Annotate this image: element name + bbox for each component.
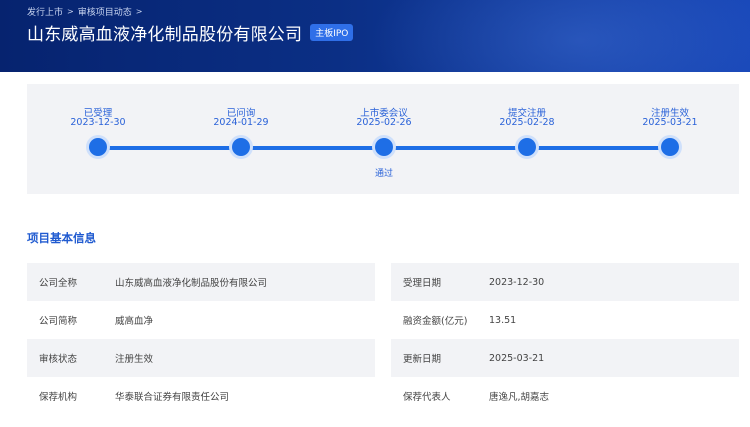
field-label-company-short-name: 公司简称 <box>39 316 78 327</box>
field-value-sponsor-representative: 唐逸凡,胡嘉志 <box>489 392 550 403</box>
table-row: 保荐机构 华泰联合证券有限责任公司 保荐代表人 唐逸凡,胡嘉志 <box>27 377 739 415</box>
info-cell: 保荐机构 华泰联合证券有限责任公司 <box>27 377 375 415</box>
page-title: 山东威高血液净化制品股份有限公司 <box>27 25 303 45</box>
step-date: 2025-02-26 <box>356 117 412 128</box>
field-value-financing-amount: 13.51 <box>489 314 517 326</box>
field-label-sponsor-representative: 保荐代表人 <box>403 392 451 403</box>
step-status: 通过 <box>374 169 393 179</box>
info-cell: 公司简称 威高血净 <box>27 301 375 339</box>
info-cell: 公司全称 山东威高血液净化制品股份有限公司 <box>27 263 375 301</box>
step-dot-icon <box>232 138 250 156</box>
breadcrumb: 发行上市 > 审核项目动态 > <box>27 5 142 18</box>
step-date: 2025-03-21 <box>642 117 698 128</box>
field-value-update-date: 2025-03-21 <box>489 352 545 364</box>
field-label-review-status: 审核状态 <box>39 354 78 365</box>
field-value-review-status: 注册生效 <box>115 354 154 365</box>
title-row: 山东威高血液净化制品股份有限公司 主板IPO <box>27 20 354 45</box>
info-cell: 融资金额(亿元) 13.51 <box>391 301 739 339</box>
table-row: 公司全称 山东威高血液净化制品股份有限公司 受理日期 2023-12-30 <box>27 263 739 301</box>
field-label-accept-date: 受理日期 <box>403 278 442 289</box>
step-date: 2023-12-30 <box>70 117 126 128</box>
field-label-company-full-name: 公司全称 <box>39 278 78 289</box>
info-cell: 受理日期 2023-12-30 <box>391 263 739 301</box>
table-row: 审核状态 注册生效 更新日期 2025-03-21 <box>27 339 739 377</box>
step-dot-icon <box>375 138 393 156</box>
field-value-company-short-name: 威高血净 <box>115 316 154 327</box>
table-row: 公司简称 威高血净 融资金额(亿元) 13.51 <box>27 301 739 339</box>
info-cell: 更新日期 2025-03-21 <box>391 339 739 377</box>
progress-timeline: 已受理 2023-12-30 已问询 2024-01-29 上市委会议 2025… <box>27 84 739 194</box>
info-cell: 审核状态 注册生效 <box>27 339 375 377</box>
step-dot-icon <box>518 138 536 156</box>
section-title-basic-info: 项目基本信息 <box>27 231 96 245</box>
breadcrumb-item-issuance[interactable]: 发行上市 <box>27 5 63 18</box>
field-label-update-date: 更新日期 <box>403 354 442 365</box>
page-header: 发行上市 > 审核项目动态 > 山东威高血液净化制品股份有限公司 主板IPO <box>0 0 750 72</box>
step-date: 2024-01-29 <box>213 117 269 128</box>
field-label-financing-amount: 融资金额(亿元) <box>403 316 468 327</box>
breadcrumb-separator-icon: > <box>67 7 74 16</box>
step-dot-icon <box>89 138 107 156</box>
field-value-sponsor: 华泰联合证券有限责任公司 <box>115 392 230 403</box>
header-decoration <box>370 0 750 72</box>
breadcrumb-item-review-dynamics[interactable]: 审核项目动态 <box>78 5 132 18</box>
step-date: 2025-02-28 <box>499 117 555 128</box>
step-dot-icon <box>661 138 679 156</box>
field-value-accept-date: 2023-12-30 <box>489 276 545 288</box>
field-label-sponsor: 保荐机构 <box>39 392 78 403</box>
field-value-company-full-name: 山东威高血液净化制品股份有限公司 <box>115 278 268 289</box>
board-badge: 主板IPO <box>310 24 354 41</box>
info-cell: 保荐代表人 唐逸凡,胡嘉志 <box>391 377 739 415</box>
breadcrumb-separator-icon: > <box>135 7 143 16</box>
